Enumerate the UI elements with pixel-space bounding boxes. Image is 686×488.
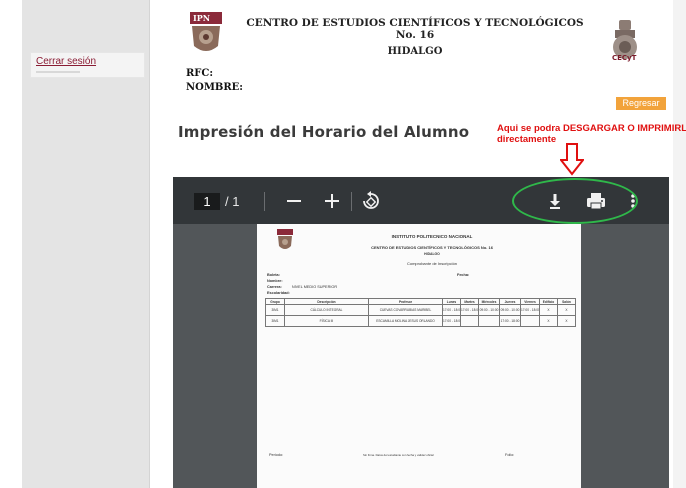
toolbar-divider xyxy=(264,192,265,211)
nombre-label: NOMBRE: xyxy=(186,82,243,93)
doc-footer-note: Sin firma. Datos del estudiante con fech… xyxy=(363,453,434,457)
table-cell: 3IM1 xyxy=(265,315,285,327)
table-cell: X xyxy=(557,304,576,316)
doc-carrera-label: Carrera: xyxy=(267,285,282,289)
pdf-toolbar: 1 / 1 xyxy=(173,177,669,224)
document-logo xyxy=(277,229,293,249)
page-title: Impresión del Horario del Alumno xyxy=(178,123,470,141)
sidebar: Cerrar sesión xyxy=(22,0,150,488)
table-cell: FÍSICA III xyxy=(284,315,369,327)
zoom-out-icon[interactable] xyxy=(282,189,306,213)
rfc-label: RFC: xyxy=(186,68,214,79)
svg-text:CECyT: CECyT xyxy=(612,54,637,62)
rotate-icon[interactable] xyxy=(359,189,383,213)
doc-periodo-label: Periodo: xyxy=(269,453,284,457)
page-number-input[interactable]: 1 xyxy=(194,193,220,210)
table-cell: 17:00 - 18:00 xyxy=(460,304,479,316)
table-cell xyxy=(520,315,540,327)
doc-boleta-label: Boleta: xyxy=(267,273,280,277)
table-row: 3IM1 FÍSICA III ESCAMILLA MOLINA JESUS O… xyxy=(265,315,576,327)
annotation-highlight-circle xyxy=(512,178,638,224)
doc-state: HIDALGO xyxy=(424,252,440,256)
table-cell: 3IM1 xyxy=(265,304,285,316)
table-cell: ESCAMILLA MOLINA JESUS ORLANDO xyxy=(368,315,443,327)
zoom-in-icon[interactable] xyxy=(320,189,344,213)
school-name: CENTRO DE ESTUDIOS CIENTÍFICOS Y TECNOLÓ… xyxy=(246,17,584,41)
doc-carrera-row: Carrera: NIVEL MEDIO SUPERIOR xyxy=(267,285,337,289)
doc-carrera-value: NIVEL MEDIO SUPERIOR xyxy=(291,285,338,289)
doc-escolaridad-label: Escolaridad: xyxy=(267,291,290,295)
table-cell: 17:00 - 18:00 xyxy=(499,315,521,327)
right-scroll-area xyxy=(673,0,686,488)
main-content: IPN CENTRO DE ESTUDIOS CIENTÍFICOS Y TEC… xyxy=(150,0,686,488)
table-cell: 09:00 - 10:00 xyxy=(478,304,500,316)
table-cell: 17:00 - 18:00 xyxy=(442,315,461,327)
doc-institution: INSTITUTO POLITECNICO NACIONAL xyxy=(391,234,473,239)
doc-title: Comprobante de Inscripción xyxy=(406,261,458,266)
table-cell xyxy=(460,315,479,327)
table-cell: X xyxy=(539,315,558,327)
table-cell: 09:00 - 10:00 xyxy=(499,304,521,316)
logout-link[interactable]: Cerrar sesión xyxy=(36,56,139,67)
pdf-page: INSTITUTO POLITECNICO NACIONAL CENTRO DE… xyxy=(257,224,581,488)
toolbar-divider xyxy=(351,192,352,211)
logout-subtext xyxy=(36,71,80,73)
doc-fecha-label: Fecha: xyxy=(457,273,470,277)
table-cell: X xyxy=(539,304,558,316)
annotation-arrow-icon xyxy=(560,143,584,176)
schedule-table: Grupo Descripción Profesor Lunes Martes … xyxy=(265,298,576,327)
cecyt-logo: CECyT xyxy=(612,20,637,62)
page-total: / 1 xyxy=(225,194,240,209)
doc-center: CENTRO DE ESTUDIOS CIENTÍFICOS Y TECNOLÓ… xyxy=(371,245,493,250)
table-row: 3IM1 CÁLCULO INTEGRAL CUEVAS COVARRUBIAS… xyxy=(265,304,576,316)
ipn-logo: IPN xyxy=(190,12,222,51)
table-cell: 17:00 - 18:00 xyxy=(442,304,461,316)
left-gutter xyxy=(0,0,22,488)
table-cell xyxy=(478,315,500,327)
regresar-button[interactable]: Regresar xyxy=(616,97,666,110)
svg-text:IPN: IPN xyxy=(193,13,210,23)
table-cell: CÁLCULO INTEGRAL xyxy=(284,304,369,316)
table-cell: CUEVAS COVARRUBIAS MARIBEL xyxy=(368,304,443,316)
school-state: HIDALGO xyxy=(387,46,443,57)
annotation-text: Aqui se podra DESGARGAR O IMPRIMIRLO dir… xyxy=(497,123,686,145)
doc-folio-label: Folio: xyxy=(505,453,515,457)
doc-nombre-label: Nombre: xyxy=(267,279,283,283)
logout-box: Cerrar sesión xyxy=(30,52,145,78)
pdf-viewer[interactable]: 1 / 1 INSTITUTO POLITECNICO NACIONAL CEN… xyxy=(173,177,669,488)
table-cell: X xyxy=(557,315,576,327)
table-cell: 17:00 - 18:00 xyxy=(520,304,540,316)
